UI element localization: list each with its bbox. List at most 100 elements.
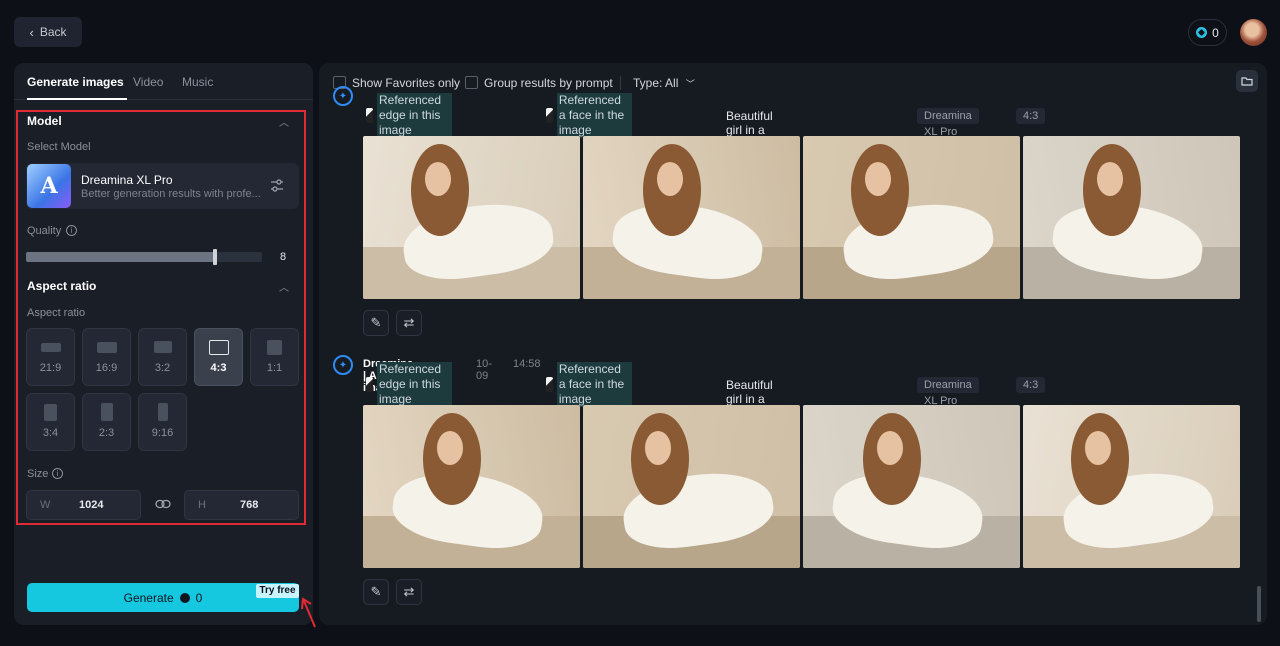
- chevron-up-icon[interactable]: ︿: [279, 279, 289, 294]
- show-favorites-toggle[interactable]: Show Favorites only: [333, 74, 460, 92]
- tab-video[interactable]: Video: [133, 75, 163, 89]
- height-value: 768: [240, 499, 259, 511]
- generated-image[interactable]: [363, 405, 580, 568]
- model-description: Better generation results with profe...: [81, 188, 261, 200]
- model-section-title: Model: [27, 114, 62, 128]
- image-face: [1097, 162, 1123, 196]
- reference-edge-tag[interactable]: Referenced edge in this image: [366, 93, 453, 138]
- aspect-ratio-shape-icon: [208, 339, 229, 355]
- result-time: 14:58: [513, 358, 541, 370]
- quality-value: 8: [280, 251, 287, 263]
- back-button[interactable]: ‹ Back: [14, 17, 82, 47]
- image-face: [425, 162, 451, 196]
- chevron-down-icon: ﹀: [685, 79, 695, 89]
- tab-music[interactable]: Music: [182, 75, 213, 89]
- link-icon[interactable]: [155, 499, 171, 509]
- scrollbar[interactable]: [1257, 586, 1261, 622]
- generated-image[interactable]: [1023, 136, 1240, 299]
- aspect-ratio-shape-icon: [267, 339, 282, 355]
- generated-image[interactable]: [1023, 405, 1240, 568]
- reference-edge-tag[interactable]: Referenced edge in this image: [366, 362, 453, 407]
- group-by-prompt-toggle[interactable]: Group results by prompt: [465, 74, 613, 92]
- generate-label: Generate: [123, 590, 174, 605]
- model-logo-icon: A: [27, 164, 71, 208]
- show-favorites-label: Show Favorites only: [352, 76, 461, 90]
- regenerate-icon[interactable]: ⇄: [396, 579, 422, 605]
- aspect-ratio-option[interactable]: 2:3: [82, 393, 131, 451]
- model-tag: Dreamina XL Pro: [917, 377, 979, 407]
- try-free-badge: Try free: [256, 584, 299, 598]
- generated-image[interactable]: [583, 405, 800, 568]
- regenerate-icon[interactable]: ⇄: [396, 310, 422, 336]
- aspect-ratio-label: 21:9: [39, 362, 62, 374]
- credits-count: 0: [1212, 25, 1219, 40]
- reference-thumbnail: [546, 108, 553, 123]
- credits-badge[interactable]: 0: [1188, 19, 1227, 46]
- aspect-ratio-label: 2:3: [98, 427, 115, 439]
- aspect-ratio-label: Aspect ratio: [27, 307, 86, 319]
- type-filter-dropdown[interactable]: Type: All ﹀: [633, 74, 695, 92]
- aspect-ratio-shape-icon: [96, 341, 117, 353]
- generated-image[interactable]: [803, 136, 1020, 299]
- settings-sliders-icon[interactable]: [270, 179, 284, 192]
- folder-button[interactable]: [1236, 70, 1258, 92]
- quality-slider[interactable]: [26, 249, 262, 265]
- quality-label: Quality: [27, 225, 62, 237]
- width-field[interactable]: W 1024: [26, 490, 141, 520]
- quality-slider-fill: [26, 252, 215, 262]
- image-face: [865, 162, 891, 196]
- aspect-ratio-option[interactable]: 1:1: [250, 328, 299, 386]
- aspect-ratio-option[interactable]: 3:4: [26, 393, 75, 451]
- aspect-ratio-shape-icon: [40, 342, 61, 352]
- chevron-up-icon[interactable]: ︿: [279, 114, 289, 129]
- edit-pencil-icon[interactable]: ✎: [363, 310, 389, 336]
- aspect-ratio-label: 3:4: [42, 427, 59, 439]
- aspect-ratio-option[interactable]: 4:3: [194, 328, 243, 386]
- aspect-ratio-option[interactable]: 21:9: [26, 328, 75, 386]
- aspect-ratio-label: 3:2: [154, 362, 171, 374]
- image-face: [1085, 431, 1111, 465]
- folder-icon: [1241, 77, 1253, 86]
- reference-face-label: Referenced a face in the image: [556, 362, 633, 407]
- toolbar-divider: [620, 76, 621, 90]
- aspect-ratio-option[interactable]: 9:16: [138, 393, 187, 451]
- generate-cost: 0: [195, 590, 203, 605]
- type-filter-label: Type: All: [633, 76, 679, 90]
- select-model-label: Select Model: [27, 141, 91, 153]
- size-label: Size: [27, 468, 49, 480]
- generated-image[interactable]: [363, 136, 580, 299]
- dreamina-logo-icon: ✦: [333, 86, 353, 106]
- reference-thumbnail: [546, 377, 553, 392]
- results-panel: Show Favorites only Group results by pro…: [319, 63, 1267, 625]
- quality-slider-handle[interactable]: [212, 249, 217, 265]
- aspect-ratio-shape-icon: [157, 403, 168, 421]
- height-field[interactable]: H 768: [184, 490, 299, 520]
- aspect-ratio-shape-icon: [44, 403, 57, 421]
- ratio-tag: 4:3: [1016, 377, 1046, 393]
- checkbox[interactable]: [465, 76, 478, 89]
- generated-image[interactable]: [803, 405, 1020, 568]
- back-label: Back: [39, 25, 67, 39]
- tab-generate-images[interactable]: Generate images: [27, 75, 124, 89]
- model-name: Dreamina XL Pro: [81, 173, 173, 187]
- info-icon[interactable]: i: [66, 225, 77, 236]
- generated-image[interactable]: [583, 136, 800, 299]
- model-tag: Dreamina XL Pro: [917, 108, 979, 138]
- info-icon[interactable]: i: [52, 468, 63, 479]
- aspect-ratio-label: 1:1: [266, 362, 283, 374]
- width-prefix: W: [40, 499, 51, 511]
- reference-face-tag[interactable]: Referenced a face in the image: [546, 362, 633, 407]
- edit-pencil-icon[interactable]: ✎: [363, 579, 389, 605]
- reference-thumbnail: [366, 377, 373, 392]
- active-tab-indicator: [27, 98, 127, 100]
- aspect-ratio-label: 16:9: [95, 362, 118, 374]
- model-selector[interactable]: A Dreamina XL Pro Better generation resu…: [26, 163, 299, 209]
- avatar[interactable]: [1240, 19, 1267, 46]
- reference-face-tag[interactable]: Referenced a face in the image: [546, 93, 633, 138]
- aspect-ratio-label: 4:3: [210, 362, 227, 374]
- aspect-ratio-option[interactable]: 16:9: [82, 328, 131, 386]
- aspect-ratio-shape-icon: [100, 403, 113, 421]
- aspect-ratio-option[interactable]: 3:2: [138, 328, 187, 386]
- reference-thumbnail: [366, 108, 373, 123]
- credit-coin-icon: [179, 592, 190, 603]
